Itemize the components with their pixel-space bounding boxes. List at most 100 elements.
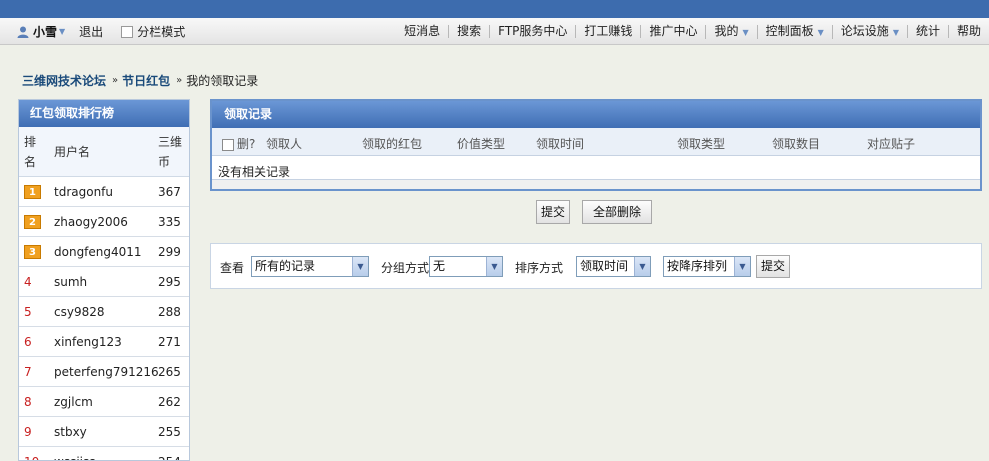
rank-number: 10	[24, 455, 42, 460]
nav-control-panel-label: 控制面板	[765, 23, 814, 38]
user-area: 小雪 ▼ 退出 分栏模式	[16, 18, 185, 45]
view-select[interactable]: 所有的记录 ▼	[251, 256, 369, 277]
group-select[interactable]: 无 ▼	[429, 256, 503, 277]
ranking-row: 4 sumh 295	[19, 267, 189, 297]
rank-badge: 3	[24, 245, 41, 259]
col-rank: 排名	[24, 135, 37, 169]
delete-column-label: 删?	[237, 137, 256, 151]
order-select[interactable]: 按降序排列 ▼	[663, 256, 751, 277]
ranking-coins: 335	[158, 215, 181, 229]
ranking-sidebar: 红包领取排行榜 排名 用户名 三维币 1 tdragonfu 367 2 zhaogy2…	[18, 99, 190, 461]
top-nav: 短消息 搜索 FTP服务中心 打工赚钱 推广中心 我的 ▼ 控制面板 ▼ 论坛设施 ▼…	[396, 18, 989, 45]
ranking-username[interactable]: peterfeng791216	[54, 365, 159, 379]
ranking-row: 7 peterfeng791216 265	[19, 357, 189, 387]
select-all-checkbox[interactable]	[222, 138, 234, 151]
top-band	[0, 0, 989, 18]
col-receive-type: 领取类型	[677, 137, 726, 151]
empty-message: 没有相关记录	[218, 165, 291, 179]
col-post: 对应贴子	[867, 137, 916, 151]
filter-submit-button[interactable]: 提交	[756, 255, 790, 278]
ranking-coins: 262	[158, 395, 181, 409]
ranking-title: 红包领取排行榜	[19, 100, 189, 127]
user-dropdown-icon[interactable]: ▼	[59, 27, 65, 36]
view-label: 查看	[220, 261, 245, 275]
ranking-row: 9 stbxy 255	[19, 417, 189, 447]
chevron-down-icon: ▼	[817, 27, 824, 37]
col-amount: 领取数目	[772, 137, 821, 151]
ranking-username[interactable]: tdragonfu	[54, 185, 113, 199]
breadcrumb-separator: »	[112, 75, 119, 86]
col-value-type: 价值类型	[457, 137, 506, 151]
rank-number: 5	[24, 305, 32, 319]
col-coins: 三维币	[158, 135, 183, 169]
delete-all-button[interactable]: 全部删除	[582, 200, 652, 224]
ranking-username[interactable]: csy9828	[54, 305, 105, 319]
nav-stats[interactable]: 统计	[906, 25, 948, 38]
ranking-coins: 299	[158, 245, 181, 259]
column-mode-checkbox[interactable]	[121, 25, 134, 38]
ranking-coins: 255	[158, 425, 181, 439]
rank-number: 8	[24, 395, 32, 409]
group-select-value: 无	[433, 259, 446, 273]
user-icon	[16, 25, 30, 39]
username-link[interactable]: 小雪	[33, 23, 57, 40]
ranking-row: 8 zgjlcm 262	[19, 387, 189, 417]
ranking-coins: 288	[158, 305, 181, 319]
col-redpacket: 领取的红包	[362, 137, 423, 151]
ranking-username[interactable]: xinfeng123	[54, 335, 122, 349]
col-time: 领取时间	[536, 137, 585, 151]
breadcrumb-current: 我的领取记录	[186, 74, 259, 88]
breadcrumb-section-link[interactable]: 节日红包	[122, 72, 170, 89]
rank-badge: 1	[24, 185, 41, 199]
ranking-list: 1 tdragonfu 367 2 zhaogy2006 335 3 dongfeng4011…	[19, 177, 189, 460]
ranking-username[interactable]: dongfeng4011	[54, 245, 142, 259]
nav-ftp[interactable]: FTP服务中心	[489, 25, 575, 38]
ranking-username[interactable]: sumh	[54, 275, 87, 289]
chevron-down-icon: ▼	[734, 257, 750, 276]
view-select-value: 所有的记录	[255, 259, 316, 273]
chevron-down-icon: ▼	[634, 257, 650, 276]
ranking-row: 1 tdragonfu 367	[19, 177, 189, 207]
delete-column: 删?	[222, 135, 255, 152]
nav-my[interactable]: 我的 ▼	[705, 23, 756, 39]
records-footer	[212, 179, 980, 189]
rank-number: 7	[24, 365, 32, 379]
nav-facilities[interactable]: 论坛设施 ▼	[831, 24, 907, 39]
submit-button[interactable]: 提交	[536, 200, 570, 224]
nav-messages[interactable]: 短消息	[396, 25, 448, 38]
chevron-down-icon: ▼	[742, 27, 749, 37]
nav-earn[interactable]: 打工赚钱	[575, 25, 640, 38]
ranking-row: 6 xinfeng123 271	[19, 327, 189, 357]
ranking-username[interactable]: wssjjss	[54, 455, 96, 460]
rank-number: 9	[24, 425, 32, 439]
top-menubar: 小雪 ▼ 退出 分栏模式 短消息 搜索 FTP服务中心 打工赚钱 推广中心 我的…	[0, 18, 989, 45]
nav-promo[interactable]: 推广中心	[640, 25, 705, 38]
ranking-coins: 295	[158, 275, 181, 289]
nav-help[interactable]: 帮助	[947, 25, 989, 38]
ranking-row: 3 dongfeng4011 299	[19, 237, 189, 267]
records-panel: 领取记录 删? 领取人 领取的红包 价值类型 领取时间 领取类型 领取数目 对应…	[210, 99, 982, 191]
nav-my-label: 我的	[714, 23, 739, 38]
ranking-username[interactable]: zhaogy2006	[54, 215, 128, 229]
chevron-down-icon: ▼	[486, 257, 502, 276]
breadcrumb-separator: »	[176, 75, 183, 86]
col-receiver: 领取人	[266, 137, 303, 151]
ranking-row: 10 wssjjss 254	[19, 447, 189, 460]
logout-link[interactable]: 退出	[79, 23, 103, 40]
column-mode-label[interactable]: 分栏模式	[137, 23, 185, 40]
chevron-down-icon: ▼	[352, 257, 368, 276]
sort-select[interactable]: 领取时间 ▼	[576, 256, 651, 277]
col-user: 用户名	[54, 145, 91, 159]
nav-search[interactable]: 搜索	[448, 25, 489, 38]
chevron-down-icon: ▼	[892, 27, 899, 37]
breadcrumb: 三维网技术论坛 » 节日红包 » 我的领取记录	[22, 72, 258, 89]
ranking-username[interactable]: zgjlcm	[54, 395, 93, 409]
records-header: 删? 领取人 领取的红包 价值类型 领取时间 领取类型 领取数目 对应贴子	[212, 128, 980, 156]
rank-number: 6	[24, 335, 32, 349]
nav-control-panel[interactable]: 控制面板 ▼	[756, 23, 832, 39]
breadcrumb-forum-link[interactable]: 三维网技术论坛	[22, 72, 106, 89]
ranking-username[interactable]: stbxy	[54, 425, 87, 439]
ranking-header: 排名 用户名 三维币	[19, 127, 189, 177]
ranking-row: 5 csy9828 288	[19, 297, 189, 327]
filter-bar: 查看 所有的记录 ▼ 分组方式 无 ▼ 排序方式 领取时间 ▼ 按降序排列 ▼ 提交	[210, 243, 982, 289]
